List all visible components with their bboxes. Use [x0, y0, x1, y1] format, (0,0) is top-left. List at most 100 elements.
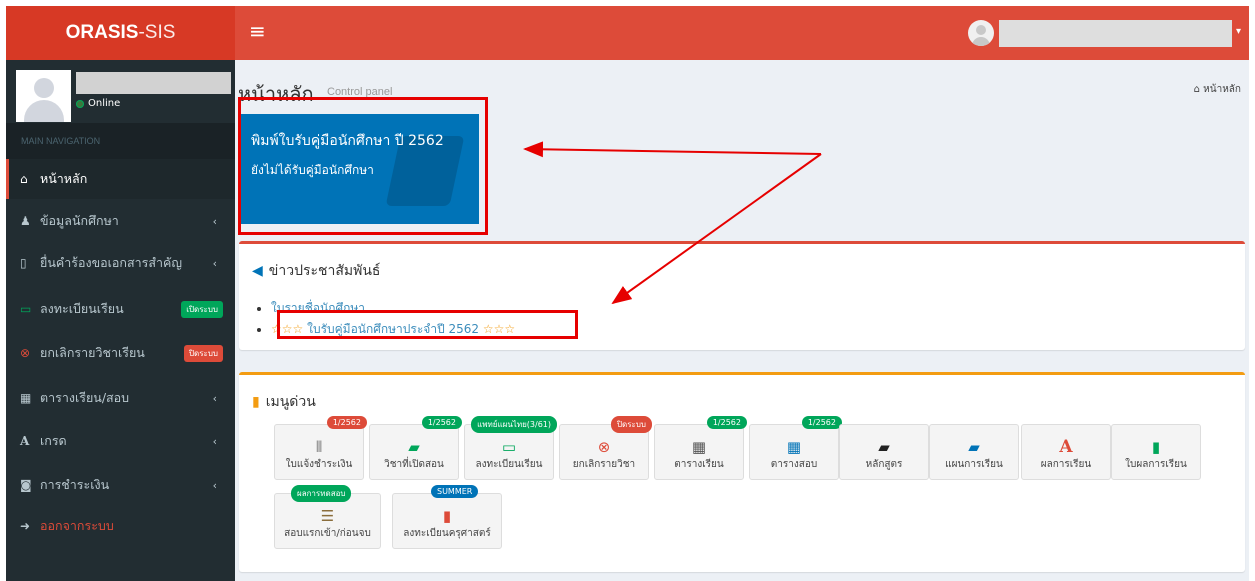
cancel-icon: ⊗ — [597, 438, 611, 456]
stack-icon: ☰ — [320, 507, 335, 525]
home-icon: ⌂ — [20, 172, 28, 186]
chevron-left-icon: ‹ — [212, 214, 217, 228]
tile-badge: ปิดระบบ — [610, 416, 652, 433]
tile-label: ใบแจ้งชำระเงิน — [285, 459, 353, 470]
sidebar-nav-header: MAIN NAVIGATION — [6, 123, 235, 159]
sidebar-item-student-info[interactable]: ♟ ข้อมูลนักศึกษา ‹ — [6, 201, 235, 241]
font-icon: A — [20, 434, 30, 448]
top-navbar: ≡ ▾ — [235, 6, 1249, 60]
tile-payment-slip[interactable]: 1/2562 ⦀ ใบแจ้งชำระเงิน — [274, 416, 367, 480]
news-title-label: ข่าวประชาสัมพันธ์ — [268, 263, 381, 279]
quick-menu-title-label: เมนูด่วน — [265, 394, 316, 410]
sidebar-item-document-request[interactable]: ▯ ยื่นคำร้องขอเอกสารสำคัญ ‹ — [6, 243, 235, 283]
hamburger-icon[interactable]: ≡ — [249, 19, 266, 43]
news-link[interactable]: ใบรายชื่อนักศึกษา — [271, 301, 365, 315]
quick-menu-box: ▮ เมนูด่วน 1/2562 ⦀ ใบแจ้งชำระเงิน 1/256… — [239, 372, 1245, 572]
logo-bold-text: ORASIS — [65, 22, 139, 43]
sidebar-item-logout[interactable]: ➜ ออกจากระบบ — [6, 506, 235, 546]
sidebar-item-label: ยกเลิกรายวิชาเรียน — [40, 345, 145, 360]
chevron-left-icon: ‹ — [212, 434, 217, 448]
sidebar-item-label: เกรด — [40, 433, 67, 448]
tile-label: วิชาที่เปิดสอน — [384, 459, 444, 470]
sidebar-item-label: การชำระเงิน — [40, 477, 110, 492]
tile-courses-offered[interactable]: 1/2562 ▰ วิชาที่เปิดสอน — [369, 416, 462, 480]
bullhorn-icon: ◀ — [252, 263, 263, 279]
tile-registration[interactable]: แพทย์แผนไทย(3/61) ▭ ลงทะเบียนเรียน — [464, 416, 557, 480]
sidebar-item-home[interactable]: ⌂ หน้าหลัก — [6, 159, 235, 199]
tile-label: ตารางสอบ — [770, 459, 818, 470]
tile-badge: 1/2562 — [801, 416, 842, 429]
sidebar-item-grades[interactable]: A เกรด ‹ — [6, 421, 235, 461]
tile-curriculum[interactable]: ▰ หลักสูตร — [839, 424, 929, 480]
online-status: Online — [76, 98, 120, 109]
online-dot-icon — [76, 99, 84, 108]
news-box: ◀ ข่าวประชาสัมพันธ์ ใบรายชื่อนักศึกษา ☆☆… — [239, 241, 1245, 350]
tile-transcript[interactable]: ▮ ใบผลการเรียน — [1111, 424, 1201, 480]
file-icon: ▮ — [442, 507, 452, 525]
file-icon: ▯ — [20, 256, 27, 270]
sidebar-item-label: ออกจากระบบ — [40, 518, 114, 533]
tile-badge: ผลการทดสอบ — [291, 485, 352, 502]
book-icon: ▰ — [878, 438, 890, 456]
sidebar-item-schedule[interactable]: ▦ ตารางเรียน/สอบ ‹ — [6, 378, 235, 418]
sidebar-item-payment[interactable]: ◙ การชำระเงิน ‹ — [6, 465, 235, 505]
breadcrumb[interactable]: ⌂ หน้าหลัก — [1194, 82, 1241, 97]
caret-down-icon[interactable]: ▾ — [1236, 26, 1241, 37]
annotation-arrow-to-handbook — [523, 141, 822, 158]
book-icon: ▰ — [408, 438, 420, 456]
tile-badge: 1/2562 — [421, 416, 462, 429]
tile-withdraw[interactable]: ปิดระบบ ⊗ ยกเลิกรายวิชา — [559, 416, 652, 480]
sidebar-item-label: ยื่นคำร้องขอเอกสารสำคัญ — [40, 255, 182, 270]
news-link[interactable]: ใบรับคู่มือนักศึกษาประจำปี 2562 — [307, 322, 479, 336]
monitor-icon: ▭ — [501, 438, 517, 456]
calendar-icon: ▦ — [20, 391, 32, 405]
tile-entrance-exit-exam[interactable]: ผลการทดสอบ ☰ สอบแรกเข้า/ก่อนจบ — [274, 485, 381, 549]
user-avatar[interactable] — [968, 20, 994, 46]
sidebar-item-label: ข้อมูลนักศึกษา — [40, 213, 119, 228]
list-item: ใบรายชื่อนักศึกษา — [271, 299, 515, 318]
calendar-icon: ▦ — [691, 438, 707, 456]
monitor-icon: ▭ — [20, 302, 32, 316]
font-icon: A — [1059, 437, 1073, 457]
handbook-info-box[interactable]: พิมพ์ใบรับคู่มือนักศึกษา ปี 2562 ยังไม่ไ… — [239, 114, 479, 224]
tile-education-registration[interactable]: SUMMER ▮ ลงทะเบียนครุศาสตร์ — [392, 485, 502, 549]
logo-suffix-text: -SIS — [138, 22, 176, 43]
sidebar-user-name-redacted — [76, 72, 231, 94]
sidebar-item-label: ตารางเรียน/สอบ — [40, 390, 130, 405]
sidebar-item-registration[interactable]: ▭ ลงทะเบียนเรียน เปิดระบบ — [6, 289, 235, 329]
cancel-icon: ⊗ — [20, 346, 31, 360]
tile-label: ใบผลการเรียน — [1125, 459, 1187, 470]
list-item: ☆☆☆ ใบรับคู่มือนักศึกษาประจำปี 2562 ☆☆☆ — [271, 320, 515, 339]
calendar-icon: ▦ — [786, 438, 802, 456]
tile-label: ยกเลิกรายวิชา — [572, 459, 636, 470]
online-status-label: Online — [88, 98, 121, 109]
sidebar-item-label: หน้าหลัก — [40, 171, 88, 186]
book-icon: ▰ — [968, 438, 980, 456]
sign-out-icon: ➜ — [20, 519, 31, 533]
status-badge: เปิดระบบ — [181, 300, 223, 318]
chevron-left-icon: ‹ — [212, 391, 217, 405]
tile-grades[interactable]: A ผลการเรียน — [1021, 424, 1111, 480]
file-icon: ▮ — [1151, 438, 1161, 456]
star-icon: ☆☆☆ — [482, 322, 516, 336]
tile-badge: 1/2562 — [326, 416, 367, 429]
user-name-redacted[interactable] — [999, 20, 1232, 47]
tile-label: ผลการเรียน — [1040, 459, 1092, 470]
tile-study-plan[interactable]: ▰ แผนการเรียน — [929, 424, 1019, 480]
tile-label: สอบแรกเข้า/ก่อนจบ — [284, 528, 371, 539]
tile-class-schedule[interactable]: 1/2562 ▦ ตารางเรียน — [654, 416, 747, 480]
quick-menu-title: ▮ เมนูด่วน — [252, 391, 316, 413]
sidebar-item-withdraw[interactable]: ⊗ ยกเลิกรายวิชาเรียน ปิดระบบ — [6, 333, 235, 373]
chevron-left-icon: ‹ — [212, 478, 217, 492]
bookmark-icon: ▮ — [252, 394, 260, 410]
tile-label: หลักสูตร — [865, 459, 903, 470]
tile-badge: แพทย์แผนไทย(3/61) — [471, 416, 557, 433]
sidebar: Online MAIN NAVIGATION ⌂ หน้าหลัก ♟ ข้อม… — [6, 60, 235, 581]
app-logo[interactable]: ORASIS -SIS — [6, 6, 235, 60]
tile-badge: 1/2562 — [706, 416, 747, 429]
page-title: หน้าหลัก — [238, 82, 314, 106]
tile-exam-schedule[interactable]: 1/2562 ▦ ตารางสอบ — [749, 416, 842, 480]
main-content: หน้าหลัก Control panel ⌂ หน้าหลัก พิมพ์ใ… — [235, 60, 1249, 581]
chevron-left-icon: ‹ — [212, 256, 217, 270]
tile-label: แผนการเรียน — [945, 459, 1003, 470]
